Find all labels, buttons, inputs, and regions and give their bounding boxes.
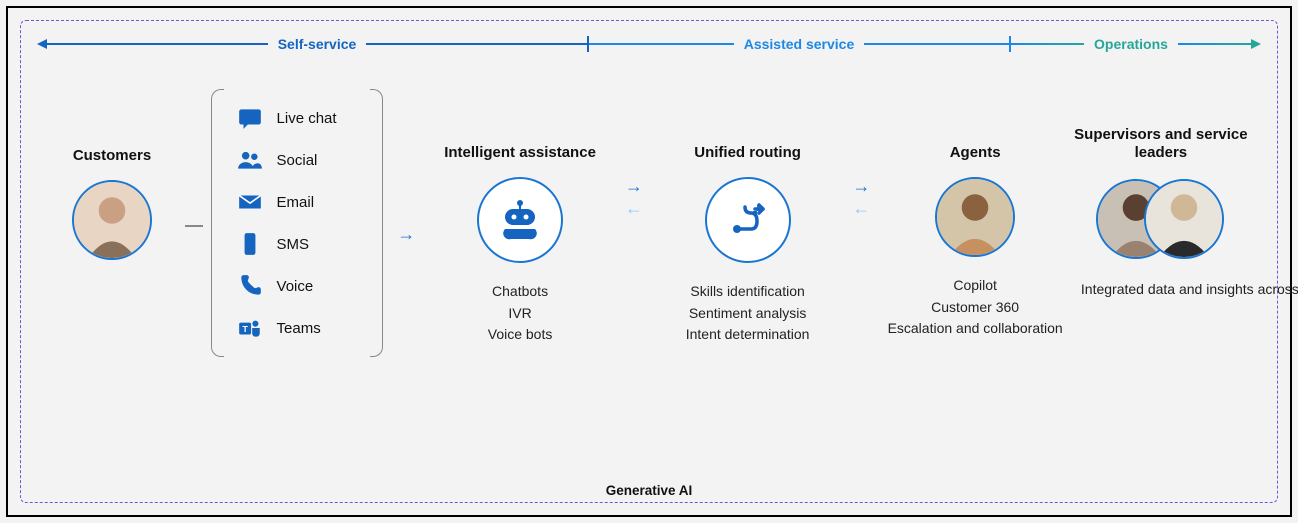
svg-text:T: T xyxy=(242,324,248,334)
channel-row: Voice xyxy=(233,265,361,307)
service-stage-header: Self-service Assisted service Operations xyxy=(37,29,1261,59)
routing-title: Unified routing xyxy=(694,125,801,163)
flow-arrow: → xyxy=(388,89,424,243)
supervisors-title: Supervisors and service leaders xyxy=(1071,125,1251,163)
agents-title: Agents xyxy=(950,125,1001,163)
supervisor-avatars xyxy=(1096,177,1226,261)
agent-items: Copilot Customer 360 Escalation and coll… xyxy=(888,275,1063,340)
generative-ai-label: Generative AI xyxy=(21,483,1277,498)
agent-avatar xyxy=(935,177,1015,257)
unified-routing-column: Unified routing Skills identification Se… xyxy=(658,89,838,346)
mail-icon xyxy=(237,189,263,215)
channel-label: Social xyxy=(277,152,357,169)
arrow-right-icon xyxy=(1251,39,1261,49)
channel-row: Email xyxy=(233,181,361,223)
chat-icon xyxy=(237,105,263,131)
assistance-title: Intelligent assistance xyxy=(444,125,596,163)
arrow-left-icon xyxy=(37,39,47,49)
supervisors-column: Supervisors and service leaders Integrat… xyxy=(1071,89,1251,301)
arrow-right-icon: → xyxy=(625,177,643,195)
channel-label: Email xyxy=(277,194,357,211)
people-icon xyxy=(237,147,263,173)
channel-row: Live chat xyxy=(233,97,361,139)
diagram-frame: Self-service Assisted service Operations… xyxy=(6,6,1292,517)
channel-label: Voice xyxy=(277,278,357,295)
connector-line xyxy=(183,89,205,227)
agents-column: Agents Copilot Customer 360 Escalation a… xyxy=(885,89,1065,340)
arrow-right-icon: → xyxy=(397,225,415,243)
assistance-items: Chatbots IVR Voice bots xyxy=(488,281,553,346)
flow-arrow-bidir: → ← xyxy=(843,89,879,217)
arrow-right-icon: → xyxy=(852,177,870,195)
self-service-label: Self-service xyxy=(268,36,367,52)
assisted-service-label: Assisted service xyxy=(734,36,865,52)
arrow-left-icon: ← xyxy=(625,199,643,217)
diagram-content: Customers Live chat Social xyxy=(37,89,1261,357)
phone-icon xyxy=(237,273,263,299)
routing-icon xyxy=(705,177,791,263)
operations-label: Operations xyxy=(1084,36,1178,52)
channels-bracket: Live chat Social Email SMS xyxy=(211,89,383,357)
generative-ai-boundary: Self-service Assisted service Operations… xyxy=(20,20,1278,503)
channel-label: Live chat xyxy=(277,110,357,127)
customers-column: Customers xyxy=(47,89,177,260)
bot-icon xyxy=(477,177,563,263)
channel-label: Teams xyxy=(277,320,357,337)
customer-avatar xyxy=(72,180,152,260)
phone-sms-icon xyxy=(237,231,263,257)
supervisor-desc: Integrated data and insights across disp… xyxy=(1081,279,1241,301)
channel-row: Social xyxy=(233,139,361,181)
customers-title: Customers xyxy=(73,147,151,166)
supervisor-avatar-2 xyxy=(1144,179,1224,259)
arrow-left-icon: ← xyxy=(852,199,870,217)
channel-row: T Teams xyxy=(233,307,361,349)
channel-row: SMS xyxy=(233,223,361,265)
channels-column: Live chat Social Email SMS xyxy=(211,89,383,357)
teams-icon: T xyxy=(237,315,263,341)
intelligent-assistance-column: Intelligent assistance Chatbots IVR Voic… xyxy=(430,89,610,346)
channel-label: SMS xyxy=(277,236,357,253)
flow-arrow-bidir: → ← xyxy=(616,89,652,217)
routing-items: Skills identification Sentiment analysis… xyxy=(686,281,810,346)
